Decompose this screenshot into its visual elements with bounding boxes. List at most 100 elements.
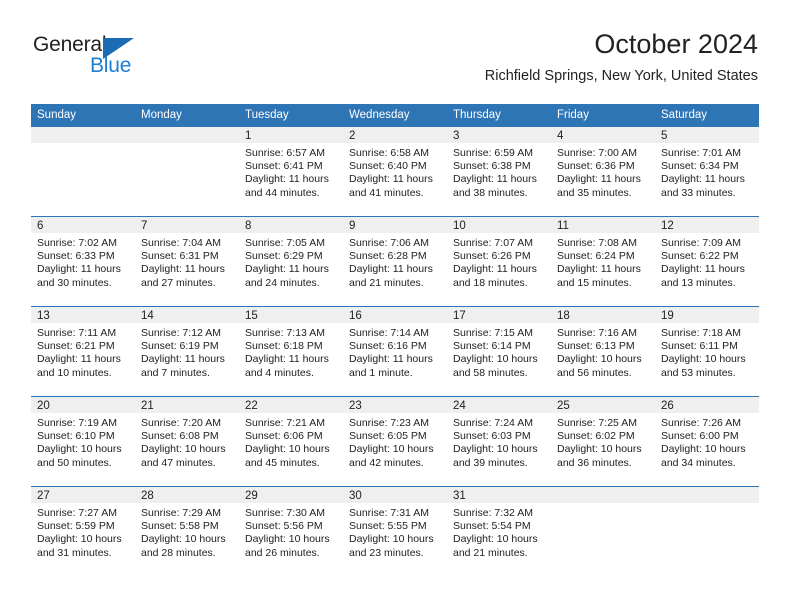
weekday-header-saturday: Saturday <box>655 104 759 127</box>
calendar-week-row: 13 Sunrise: 7:11 AM Sunset: 6:21 PM Dayligh… <box>31 306 759 397</box>
weekday-header-thursday: Thursday <box>447 104 551 127</box>
daylight-text-line2: and 53 minutes. <box>661 366 736 379</box>
calendar-day-cell[interactable]: 4 Sunrise: 7:00 AM Sunset: 6:36 PM Daylight… <box>551 127 655 217</box>
calendar-day-cell[interactable]: 28 Sunrise: 7:29 AM Sunset: 5:58 PM Dayligh… <box>135 486 239 576</box>
daylight-text-line2: and 58 minutes. <box>453 366 528 379</box>
sunrise-text: Sunrise: 7:02 AM <box>37 237 117 249</box>
daylight-text-line2: and 18 minutes. <box>453 276 528 289</box>
sunrise-text: Sunrise: 6:59 AM <box>453 147 533 159</box>
daylight-text-line1: Daylight: 11 hours <box>37 353 121 366</box>
calendar-day-cell[interactable]: 16 Sunrise: 7:14 AM Sunset: 6:16 PM Dayligh… <box>343 306 447 397</box>
calendar-day-cell[interactable]: 26 Sunrise: 7:26 AM Sunset: 6:00 PM Dayligh… <box>655 396 759 487</box>
calendar-header-row-group: Sunday Monday Tuesday Wednesday Thursday… <box>31 104 759 127</box>
calendar-day-cell[interactable]: 13 Sunrise: 7:11 AM Sunset: 6:21 PM Dayligh… <box>31 306 135 397</box>
calendar-day-cell[interactable]: 23 Sunrise: 7:23 AM Sunset: 6:05 PM Dayligh… <box>343 396 447 487</box>
calendar-day-cell[interactable]: 3 Sunrise: 6:59 AM Sunset: 6:38 PM Daylight… <box>447 127 551 217</box>
day-details: Sunrise: 7:29 AM Sunset: 5:58 PM Daylight:… <box>135 503 239 560</box>
day-number: 10 <box>447 217 551 233</box>
calendar-day-cell[interactable]: 29 Sunrise: 7:30 AM Sunset: 5:56 PM Dayligh… <box>239 486 343 576</box>
day-details: Sunrise: 7:21 AM Sunset: 6:06 PM Daylight:… <box>239 413 343 470</box>
day-number: 29 <box>239 487 343 503</box>
sunset-text: Sunset: 6:41 PM <box>245 160 323 173</box>
calendar-day-cell[interactable]: 20 Sunrise: 7:19 AM Sunset: 6:10 PM Dayligh… <box>31 396 135 487</box>
sunset-text: Sunset: 6:24 PM <box>557 250 635 263</box>
daylight-text-line1: Daylight: 11 hours <box>661 173 745 186</box>
daylight-text-line2: and 47 minutes. <box>141 456 216 469</box>
day-details: Sunrise: 7:08 AM Sunset: 6:24 PM Daylight:… <box>551 233 655 290</box>
sunrise-text: Sunrise: 6:58 AM <box>349 147 429 159</box>
day-details: Sunrise: 7:13 AM Sunset: 6:18 PM Daylight:… <box>239 323 343 380</box>
day-number: 2 <box>343 127 447 143</box>
calendar-day-cell[interactable]: 27 Sunrise: 7:27 AM Sunset: 5:59 PM Dayligh… <box>31 486 135 576</box>
calendar-day-cell[interactable]: 19 Sunrise: 7:18 AM Sunset: 6:11 PM Dayligh… <box>655 306 759 397</box>
sunset-text: Sunset: 6:02 PM <box>557 430 635 443</box>
daylight-text-line1: Daylight: 11 hours <box>349 173 433 186</box>
brand-logo[interactable]: General Blue <box>33 33 163 83</box>
daylight-text-line1: Daylight: 11 hours <box>349 263 433 276</box>
sunrise-text: Sunrise: 7:25 AM <box>557 417 637 429</box>
calendar-week-row: 20 Sunrise: 7:19 AM Sunset: 6:10 PM Dayligh… <box>31 396 759 487</box>
calendar-day-cell[interactable]: 1 Sunrise: 6:57 AM Sunset: 6:41 PM Daylight… <box>239 127 343 217</box>
calendar-day-cell[interactable]: 12 Sunrise: 7:09 AM Sunset: 6:22 PM Dayligh… <box>655 216 759 307</box>
calendar-day-cell[interactable]: 18 Sunrise: 7:16 AM Sunset: 6:13 PM Dayligh… <box>551 306 655 397</box>
calendar-day-cell[interactable]: 5 Sunrise: 7:01 AM Sunset: 6:34 PM Daylight… <box>655 127 759 217</box>
calendar-day-cell[interactable]: 15 Sunrise: 7:13 AM Sunset: 6:18 PM Dayligh… <box>239 306 343 397</box>
sunrise-text: Sunrise: 7:14 AM <box>349 327 429 339</box>
calendar-day-cell-empty <box>31 127 135 217</box>
calendar-day-cell[interactable]: 11 Sunrise: 7:08 AM Sunset: 6:24 PM Dayligh… <box>551 216 655 307</box>
day-number: 11 <box>551 217 655 233</box>
daylight-text-line1: Daylight: 10 hours <box>453 353 538 366</box>
day-number <box>551 487 655 503</box>
sunset-text: Sunset: 5:59 PM <box>37 520 115 533</box>
daylight-text-line2: and 34 minutes. <box>661 456 736 469</box>
sunset-text: Sunset: 6:06 PM <box>245 430 323 443</box>
sunset-text: Sunset: 6:13 PM <box>557 340 635 353</box>
sunset-text: Sunset: 6:10 PM <box>37 430 115 443</box>
daylight-text-line1: Daylight: 10 hours <box>661 443 746 456</box>
daylight-text-line2: and 41 minutes. <box>349 186 424 199</box>
daylight-text-line1: Daylight: 10 hours <box>557 443 642 456</box>
title-block: October 2024 Richfield Springs, New York… <box>485 28 758 85</box>
sunset-text: Sunset: 6:38 PM <box>453 160 531 173</box>
daylight-text-line2: and 45 minutes. <box>245 456 320 469</box>
calendar-day-cell[interactable]: 2 Sunrise: 6:58 AM Sunset: 6:40 PM Daylight… <box>343 127 447 217</box>
calendar-day-cell[interactable]: 25 Sunrise: 7:25 AM Sunset: 6:02 PM Dayligh… <box>551 396 655 487</box>
calendar-day-cell[interactable]: 30 Sunrise: 7:31 AM Sunset: 5:55 PM Dayligh… <box>343 486 447 576</box>
sunrise-text: Sunrise: 7:19 AM <box>37 417 117 429</box>
sunrise-text: Sunrise: 7:23 AM <box>349 417 429 429</box>
calendar-day-cell[interactable]: 17 Sunrise: 7:15 AM Sunset: 6:14 PM Dayligh… <box>447 306 551 397</box>
calendar-day-cell[interactable]: 21 Sunrise: 7:20 AM Sunset: 6:08 PM Dayligh… <box>135 396 239 487</box>
daylight-text-line1: Daylight: 11 hours <box>245 353 329 366</box>
daylight-text-line2: and 26 minutes. <box>245 546 320 559</box>
calendar-day-cell[interactable]: 8 Sunrise: 7:05 AM Sunset: 6:29 PM Daylight… <box>239 216 343 307</box>
daylight-text-line1: Daylight: 11 hours <box>557 263 641 276</box>
calendar-day-cell-empty <box>655 486 759 576</box>
day-details: Sunrise: 7:05 AM Sunset: 6:29 PM Daylight:… <box>239 233 343 290</box>
weekday-header-sunday: Sunday <box>31 104 135 127</box>
day-details: Sunrise: 7:24 AM Sunset: 6:03 PM Daylight:… <box>447 413 551 470</box>
sunset-text: Sunset: 6:05 PM <box>349 430 427 443</box>
calendar-day-cell[interactable]: 7 Sunrise: 7:04 AM Sunset: 6:31 PM Daylight… <box>135 216 239 307</box>
calendar-day-cell[interactable]: 6 Sunrise: 7:02 AM Sunset: 6:33 PM Daylight… <box>31 216 135 307</box>
calendar-day-cell[interactable]: 31 Sunrise: 7:32 AM Sunset: 5:54 PM Dayligh… <box>447 486 551 576</box>
sunset-text: Sunset: 6:29 PM <box>245 250 323 263</box>
sunset-text: Sunset: 6:14 PM <box>453 340 531 353</box>
sunset-text: Sunset: 6:33 PM <box>37 250 115 263</box>
calendar-day-cell[interactable]: 9 Sunrise: 7:06 AM Sunset: 6:28 PM Daylight… <box>343 216 447 307</box>
calendar-week-row: 27 Sunrise: 7:27 AM Sunset: 5:59 PM Dayligh… <box>31 486 759 576</box>
sunrise-text: Sunrise: 6:57 AM <box>245 147 325 159</box>
day-details: Sunrise: 7:20 AM Sunset: 6:08 PM Daylight:… <box>135 413 239 470</box>
calendar-day-cell[interactable]: 24 Sunrise: 7:24 AM Sunset: 6:03 PM Dayligh… <box>447 396 551 487</box>
daylight-text-line1: Daylight: 10 hours <box>349 443 434 456</box>
day-number: 20 <box>31 397 135 413</box>
daylight-text-line2: and 15 minutes. <box>557 276 632 289</box>
calendar-day-cell-empty <box>551 486 655 576</box>
sunset-text: Sunset: 6:22 PM <box>661 250 739 263</box>
calendar-day-cell[interactable]: 14 Sunrise: 7:12 AM Sunset: 6:19 PM Dayligh… <box>135 306 239 397</box>
calendar-day-cell[interactable]: 22 Sunrise: 7:21 AM Sunset: 6:06 PM Dayligh… <box>239 396 343 487</box>
sunrise-text: Sunrise: 7:24 AM <box>453 417 533 429</box>
calendar-day-cell[interactable]: 10 Sunrise: 7:07 AM Sunset: 6:26 PM Dayligh… <box>447 216 551 307</box>
day-details: Sunrise: 7:16 AM Sunset: 6:13 PM Daylight:… <box>551 323 655 380</box>
day-number: 7 <box>135 217 239 233</box>
sunset-text: Sunset: 5:55 PM <box>349 520 427 533</box>
